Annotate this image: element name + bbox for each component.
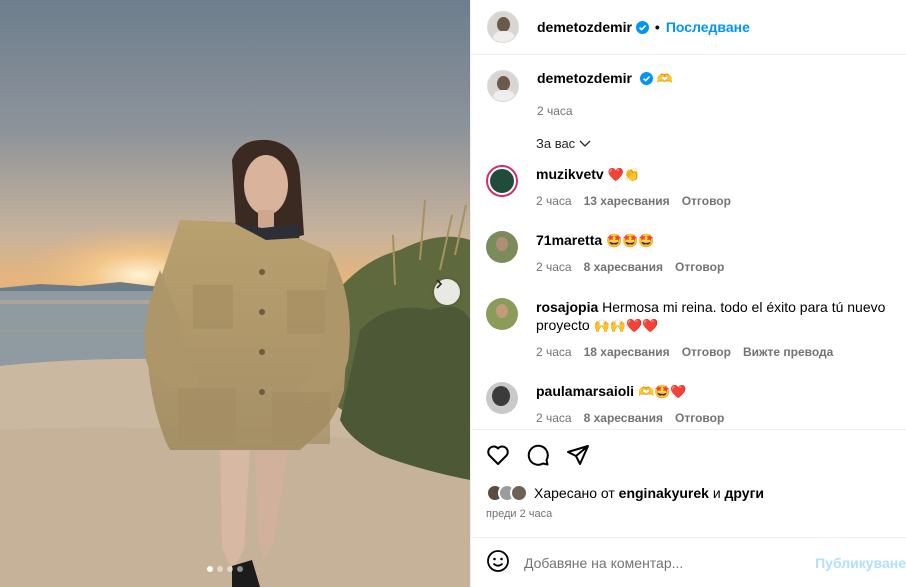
liked-by-others[interactable]: други (725, 485, 764, 501)
heart-icon (487, 445, 509, 465)
comment-item: 71maretta 🤩🤩🤩 2 часа 8 харесвания Отгово… (486, 231, 891, 274)
emoji-picker-button[interactable] (486, 549, 510, 576)
comment-time[interactable]: 2 часа (536, 411, 572, 425)
comment-time[interactable]: 2 часа (536, 345, 572, 359)
chevron-down-icon (579, 140, 591, 147)
verified-badge-icon (635, 20, 649, 34)
publish-button[interactable]: Публикуване (815, 555, 906, 571)
comment-sort-dropdown[interactable]: За вас (536, 136, 591, 151)
chevron-right-icon (436, 279, 443, 289)
comment-username[interactable]: paulamarsaioli (536, 383, 634, 399)
carousel-dot (207, 566, 213, 572)
comment-username[interactable]: rosajopia (536, 299, 598, 315)
comment-item: muzikvetv ❤️👏 2 часа 13 харесвания Отгов… (486, 165, 891, 208)
post-photo[interactable] (0, 0, 470, 587)
caption-time[interactable]: 2 часа (537, 104, 673, 118)
reply-button[interactable]: Отговор (682, 345, 731, 359)
comment-likes[interactable]: 8 харесвания (584, 411, 663, 425)
comment-likes[interactable]: 13 харесвания (584, 194, 670, 208)
carousel-dot (237, 566, 243, 572)
comment-item: rosajopia Hermosa mi reina. todo el éxit… (486, 298, 891, 359)
comment-emoji: ❤️👏 (607, 167, 640, 182)
post-actions-bar (470, 429, 906, 479)
comment-emoji: 🤩🤩🤩 (606, 233, 655, 248)
reply-button[interactable]: Отговор (682, 194, 731, 208)
author-username[interactable]: demetozdemir (537, 19, 632, 35)
follow-button[interactable]: Последване (666, 19, 750, 35)
comment-avatar[interactable] (486, 298, 518, 330)
reply-button[interactable]: Отговор (675, 411, 724, 425)
carousel-dot (217, 566, 223, 572)
comment-sort-label: За вас (536, 136, 576, 151)
liker-avatars[interactable] (486, 484, 528, 502)
comment-likes[interactable]: 8 харесвания (584, 260, 663, 274)
post-header: demetozdemir • Последване (471, 0, 906, 55)
add-comment-bar: Публикуване (470, 537, 906, 587)
comment-button[interactable] (526, 443, 550, 467)
header-separator: • (654, 19, 660, 35)
caption-author-username[interactable]: demetozdemir (537, 70, 632, 86)
comment-emoji: 🙌🙌❤️❤️ (593, 318, 659, 333)
liked-by-summary: Харесано от enginakyurek и други (486, 484, 764, 502)
comment-avatar[interactable] (486, 165, 518, 197)
comment-time[interactable]: 2 часа (536, 194, 572, 208)
author-avatar[interactable] (487, 11, 519, 43)
liked-by-conj: и (712, 485, 721, 501)
reply-button[interactable]: Отговор (675, 260, 724, 274)
comment-avatar[interactable] (486, 231, 518, 263)
see-translation-button[interactable]: Вижте превода (743, 345, 833, 359)
comment-emoji: 🫶🤩❤️ (637, 384, 687, 399)
carousel-dot (227, 566, 233, 572)
like-button[interactable] (486, 444, 510, 466)
liked-by-user[interactable]: enginakyurek (619, 485, 709, 501)
send-icon (567, 444, 589, 465)
comment-input[interactable] (524, 554, 814, 571)
liker-avatar (510, 484, 528, 502)
comment-item: paulamarsaioli 🫶🤩❤️ 2 часа 8 харесвания … (486, 382, 891, 425)
smiley-icon (487, 550, 509, 572)
caption-author-avatar[interactable] (487, 70, 519, 102)
photo-scene (0, 139, 470, 587)
share-button[interactable] (566, 443, 590, 467)
comment-icon (527, 444, 549, 466)
liked-by-prefix: Харесано от (534, 485, 615, 501)
post-caption: demetozdemir 🫶 2 часа (487, 70, 673, 118)
comment-username[interactable]: muzikvetv (536, 166, 604, 182)
verified-badge-icon (639, 72, 653, 85)
comment-avatar[interactable] (486, 382, 518, 414)
caption-emoji: 🫶 (656, 71, 673, 86)
carousel-dots (207, 566, 243, 572)
comment-likes[interactable]: 18 харесвания (584, 345, 670, 359)
comment-username[interactable]: 71maretta (536, 232, 602, 248)
comment-time[interactable]: 2 часа (536, 260, 572, 274)
next-image-button[interactable] (434, 279, 460, 305)
